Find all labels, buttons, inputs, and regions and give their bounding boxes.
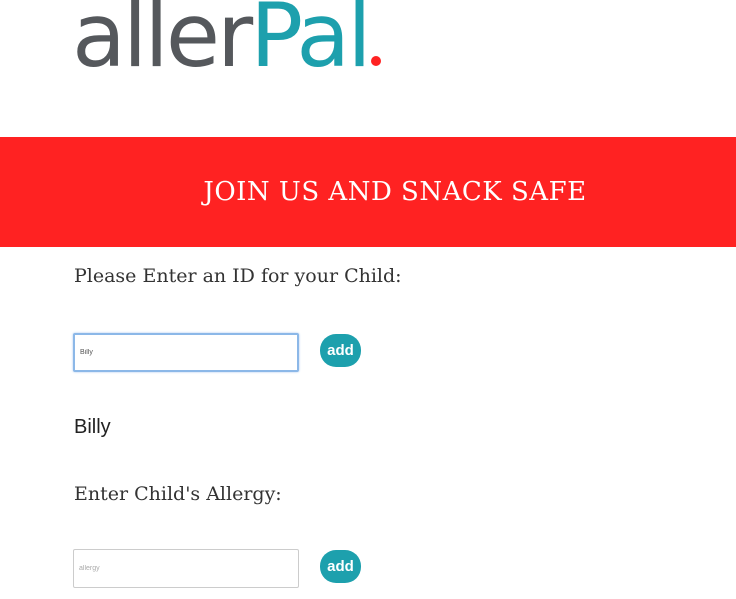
logo-text-pal: Pal bbox=[250, 0, 371, 87]
allerpal-logo: allerPal bbox=[72, 0, 381, 110]
add-child-button[interactable]: add bbox=[320, 334, 361, 367]
add-allergy-button[interactable]: add bbox=[320, 550, 361, 583]
banner-title: JOIN US AND SNACK SAFE bbox=[203, 177, 587, 207]
allergy-label: Enter Child's Allergy: bbox=[74, 483, 282, 505]
child-id-input[interactable] bbox=[73, 333, 299, 372]
logo-text-aller: aller bbox=[72, 0, 253, 87]
logo-dot-icon bbox=[370, 56, 381, 66]
child-id-label: Please Enter an ID for your Child: bbox=[74, 265, 402, 287]
child-name-display: Billy bbox=[74, 416, 111, 438]
allergy-input[interactable] bbox=[73, 549, 299, 588]
hero-banner: JOIN US AND SNACK SAFE bbox=[0, 137, 736, 247]
